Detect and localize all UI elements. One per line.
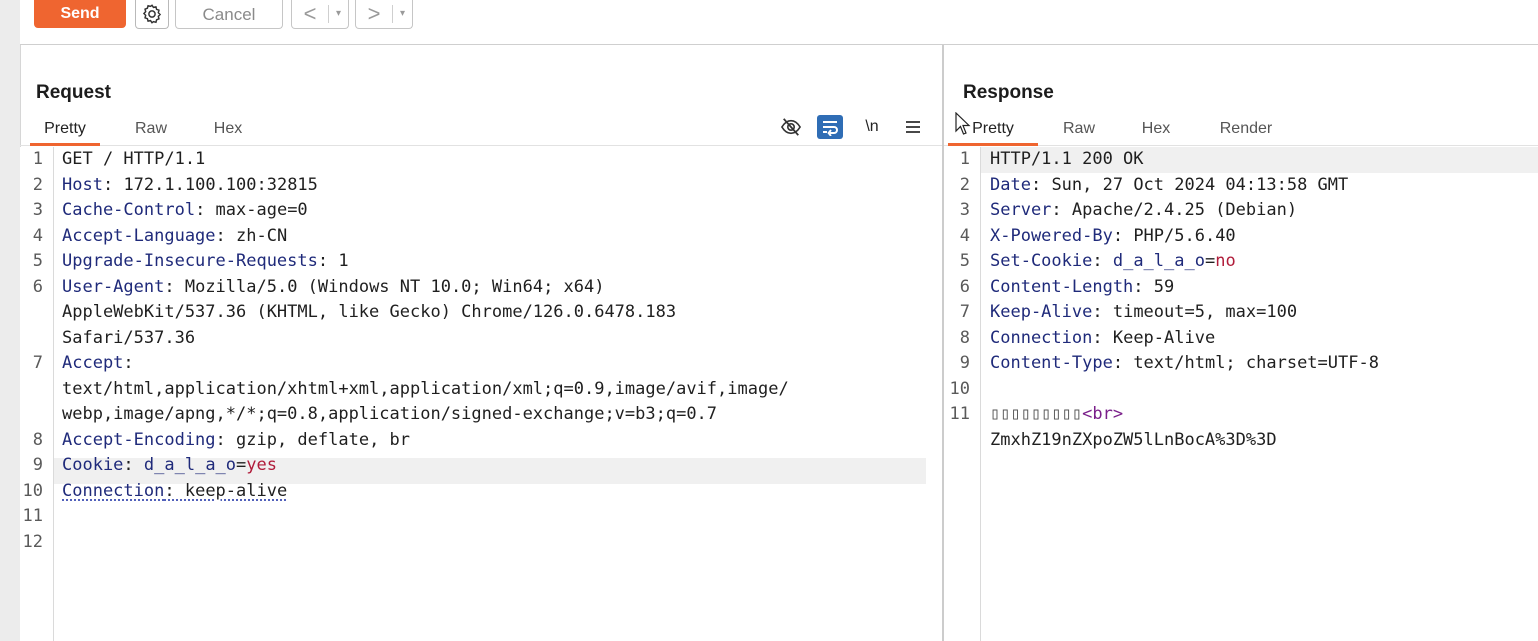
forward-button[interactable]: > ▾ [355,0,413,29]
mouse-cursor-icon [955,112,971,135]
eye-off-icon [780,118,802,136]
code-line: Accept: [62,353,134,373]
line-number: 3 [959,200,970,220]
response-title: Response [963,82,1054,103]
cookie-line: Cookie: d_a_l_a_o=yes [62,455,277,475]
newline-toggle[interactable]: \n [859,115,885,139]
code-line: User-Agent: Mozilla/5.0 (Windows NT 10.0… [62,276,605,297]
left-window-edge [0,0,21,641]
line-number: 8 [959,327,970,348]
line-number: 2 [959,174,970,195]
line-number: 8 [32,429,43,450]
tab-request-pretty[interactable]: Pretty [30,117,100,146]
set-cookie-line: Set-Cookie: d_a_l_a_o=no [990,251,1236,271]
tab-response-hex[interactable]: Hex [1126,117,1186,143]
request-editor[interactable]: 1 2 3 4 5 6 7 8 9 10 11 12 GET / HTTP/1.… [20,147,942,641]
code-line: webp,image/apng,*/*;q=0.8,application/si… [62,404,718,424]
code-line: GET / HTTP/1.1 [62,149,206,169]
code-line: Connection: keep-alive [62,480,288,501]
code-line: Date: Sun, 27 Oct 2024 04:13:58 GMT [990,174,1349,195]
send-button[interactable]: Send [34,0,126,28]
line-number: 9 [32,455,43,475]
line-number: 4 [32,225,43,246]
body-flag-line: ZmxhZ19nZXpoZW5lLnBocA%3D%3D [990,429,1277,450]
code-line: Host: 172.1.100.100:32815 [62,174,318,195]
code-line: Upgrade-Insecure-Requests: 1 [62,251,349,271]
chevron-right-icon: > [367,1,381,26]
response-tabs: Pretty Raw Hex Render [944,117,1538,146]
line-number: 10 [22,480,43,501]
dropdown-icon[interactable]: ▾ [393,1,412,27]
line-number: 3 [32,200,43,220]
line-number: 4 [959,225,970,246]
request-pane: Request Pretty Raw Hex \n 1 2 3 4 5 6 7 … [20,45,944,641]
back-button[interactable]: < ▾ [291,0,349,29]
line-number: 5 [959,251,970,271]
code-line: Accept-Encoding: gzip, deflate, br [62,429,411,450]
settings-button[interactable] [135,0,169,29]
request-title: Request [36,82,111,103]
response-editor[interactable]: 1 2 3 4 5 6 7 8 9 10 11 HTTP/1.1 200 OK … [944,147,1538,641]
code-line: Server: Apache/2.4.25 (Debian) [990,200,1298,220]
tab-response-render[interactable]: Render [1206,117,1286,143]
request-gutter: 1 2 3 4 5 6 7 8 9 10 11 12 [20,147,54,641]
code-line: Connection: Keep-Alive [990,327,1216,348]
menu-icon [906,121,920,133]
word-wrap-icon [823,121,838,136]
tab-request-raw[interactable]: Raw [120,117,182,143]
code-line: text/html,application/xhtml+xml,applicat… [62,378,789,399]
word-wrap-button[interactable] [817,115,843,139]
line-number: 10 [949,378,970,399]
code-line: Content-Type: text/html; charset=UTF-8 [990,353,1379,373]
code-line: Content-Length: 59 [990,276,1175,297]
line-number: 5 [32,251,43,271]
dropdown-icon[interactable]: ▾ [329,1,348,27]
hide-nonprintable-button[interactable] [778,115,804,139]
line-number: 2 [32,174,43,195]
response-gutter: 1 2 3 4 5 6 7 8 9 10 11 [944,147,981,641]
code-line: Keep-Alive: timeout=5, max=100 [990,302,1298,322]
tab-request-hex[interactable]: Hex [198,117,258,143]
line-number: 7 [959,302,970,322]
line-number: 6 [959,276,970,297]
options-menu-button[interactable] [900,115,926,139]
code-line: AppleWebKit/537.36 (KHTML, like Gecko) C… [62,302,677,322]
chevron-left-icon: < [303,1,317,26]
code-line: X-Powered-By: PHP/5.6.40 [990,225,1236,246]
cancel-button[interactable]: Cancel [175,0,283,29]
code-line: Accept-Language: zh-CN [62,225,288,246]
code-line: Safari/537.36 [62,327,196,348]
repeater-toolbar: Send Cancel < ▾ > ▾ [20,0,1538,45]
tab-response-raw[interactable]: Raw [1048,117,1110,143]
line-number: 1 [32,149,43,169]
body-line: ▯▯▯▯▯▯▯▯▯<br> [990,404,1124,424]
line-number: 11 [22,506,43,526]
code-line: HTTP/1.1 200 OK [990,149,1144,169]
line-number: 11 [949,404,970,424]
line-number: 9 [959,353,970,373]
line-number: 1 [959,149,970,169]
code-line: Cache-Control: max-age=0 [62,200,308,220]
gear-icon [142,4,162,24]
line-number: 6 [32,276,43,297]
response-pane: Response Pretty Raw Hex Render 1 2 3 4 5… [944,45,1538,641]
line-number: 12 [22,531,43,552]
line-number: 7 [32,353,43,373]
